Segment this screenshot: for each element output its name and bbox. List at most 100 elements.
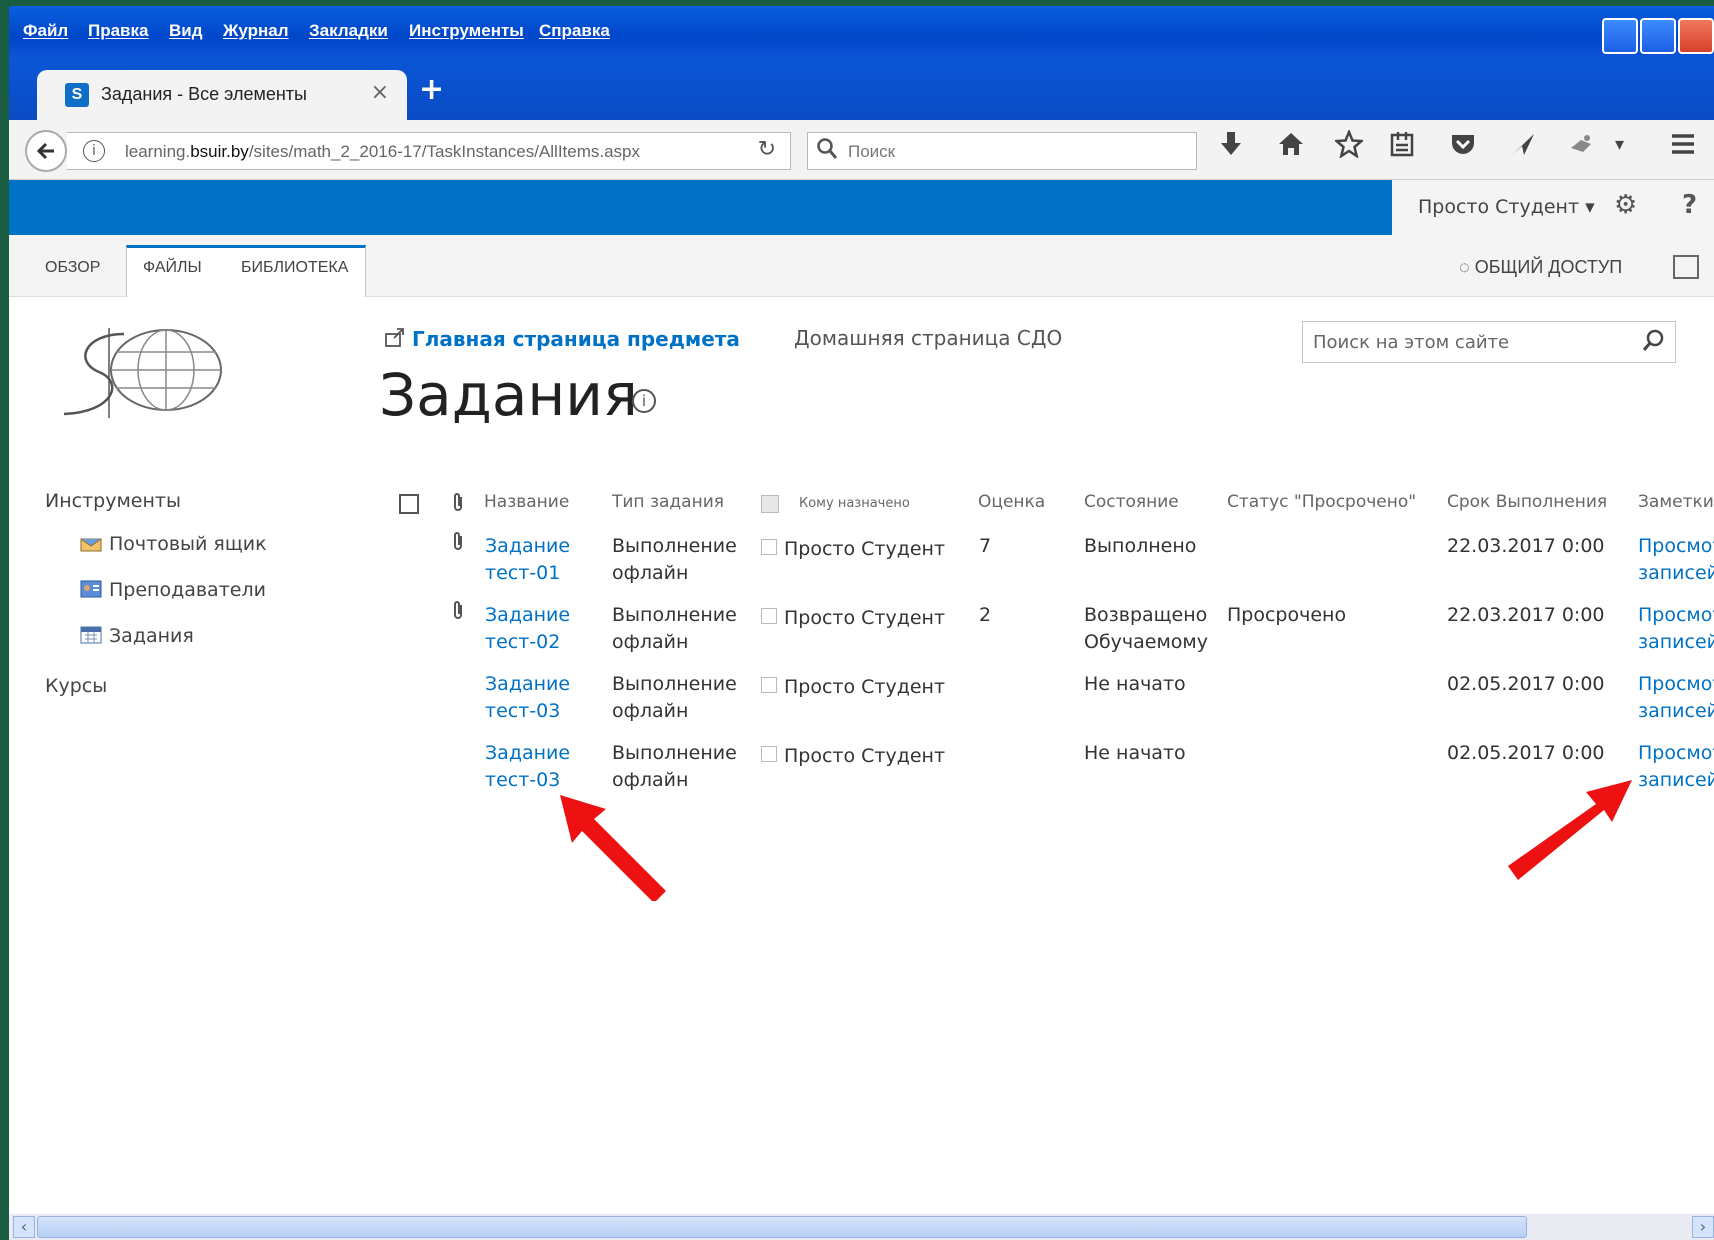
share-out-icon	[385, 328, 404, 347]
due-date: 02.05.2017 0:00	[1447, 673, 1605, 695]
ribbon: ОБЗОР ФАЙЛЫ БИБЛИОТЕКА ◌ ОБЩИЙ ДОСТУП	[9, 235, 1714, 297]
assigned-header-checkbox	[761, 495, 779, 513]
url-bar[interactable]: i learning.bsuir.by/sites/math_2_2016-17…	[67, 132, 791, 170]
assigned-checkbox[interactable]	[761, 677, 777, 693]
pocket-icon[interactable]	[1449, 130, 1477, 165]
back-arrow-icon	[36, 142, 54, 160]
hamburger-menu-icon[interactable]	[1669, 130, 1697, 165]
due-date: 02.05.2017 0:00	[1447, 742, 1605, 764]
column-header-state[interactable]: Состояние	[1084, 492, 1179, 512]
column-header-overdue[interactable]: Статус "Просрочено"	[1227, 492, 1416, 512]
share-button[interactable]: ◌ ОБЩИЙ ДОСТУП	[1459, 257, 1622, 278]
assigned-checkbox[interactable]	[761, 539, 777, 555]
focus-content-icon[interactable]	[1673, 255, 1699, 279]
info-icon[interactable]: i	[632, 389, 656, 413]
leftnav-courses-heading[interactable]: Курсы	[45, 675, 107, 697]
task-name-link-line2[interactable]: тест-03	[485, 698, 560, 724]
search-icon[interactable]	[1641, 328, 1665, 360]
menu-tools[interactable]: Инструменты	[409, 21, 524, 41]
leftnav-item-tasks[interactable]: Задания	[79, 625, 194, 647]
scrollbar-thumb[interactable]	[37, 1216, 1527, 1238]
site-logo[interactable]	[54, 322, 234, 426]
scroll-right-arrow-icon[interactable]: ›	[1692, 1216, 1714, 1238]
browser-search-bar[interactable]: Поиск	[807, 132, 1197, 170]
task-name-link-line2[interactable]: тест-03	[485, 767, 560, 793]
user-menu[interactable]: Просто Студент ▾	[1418, 196, 1595, 218]
browser-tab[interactable]: S Задания - Все элементы ×	[37, 70, 407, 120]
close-window-button[interactable]	[1678, 18, 1714, 54]
maximize-button[interactable]	[1640, 18, 1676, 54]
column-header-due[interactable]: Срок Выполнения	[1447, 492, 1607, 512]
assigned-checkbox[interactable]	[761, 608, 777, 624]
site-search-placeholder: Поиск на этом сайте	[1313, 332, 1510, 353]
state-value: Выполнено	[1084, 535, 1197, 557]
view-notes-link-line2[interactable]: записей	[1638, 629, 1714, 655]
tab-overview[interactable]: ОБЗОР	[45, 259, 100, 277]
menu-bar: Файл Правка Вид Журнал Закладки Инструме…	[9, 6, 1714, 58]
gear-icon[interactable]: ⚙	[1614, 190, 1637, 220]
subject-home-link[interactable]: Главная страница предмета	[384, 326, 740, 351]
menu-bookmarks[interactable]: Закладки	[309, 21, 388, 41]
column-header-notes[interactable]: Заметки	[1638, 492, 1714, 512]
tab-library[interactable]: БИБЛИОТЕКА	[241, 259, 348, 277]
site-info-icon[interactable]: i	[83, 140, 105, 162]
assigned-checkbox[interactable]	[761, 746, 777, 762]
extension-icon[interactable]	[1567, 130, 1595, 165]
assigned-to: Просто Студент	[784, 607, 946, 629]
bookmark-star-icon[interactable]	[1333, 128, 1365, 165]
contacts-icon	[79, 579, 103, 599]
view-notes-link-line2[interactable]: записей	[1638, 560, 1714, 586]
view-notes-link[interactable]: Просмот	[1638, 740, 1714, 766]
due-date: 22.03.2017 0:00	[1447, 604, 1605, 626]
menu-edit[interactable]: Правка	[88, 21, 148, 41]
view-notes-link-line2[interactable]: записей	[1638, 698, 1714, 724]
download-icon[interactable]	[1219, 130, 1243, 165]
send-icon[interactable]	[1509, 130, 1537, 165]
task-name-link-line2[interactable]: тест-02	[485, 629, 560, 655]
reload-icon[interactable]: ↻	[758, 137, 776, 162]
tab-close-icon[interactable]: ×	[371, 80, 389, 105]
menu-help[interactable]: Справка	[539, 21, 610, 41]
leftnav-item-mailbox[interactable]: Почтовый ящик	[79, 533, 267, 555]
view-notes-link[interactable]: Просмот	[1638, 533, 1714, 559]
scroll-left-arrow-icon[interactable]: ‹	[13, 1216, 35, 1238]
column-header-grade[interactable]: Оценка	[978, 492, 1045, 512]
browser-search-placeholder: Поиск	[848, 142, 896, 161]
state-value: Не начато	[1084, 673, 1186, 695]
state-value: Не начато	[1084, 742, 1186, 764]
tab-files[interactable]: ФАЙЛЫ	[143, 259, 202, 277]
horizontal-scrollbar[interactable]: ‹ ›	[9, 1214, 1714, 1240]
view-notes-link[interactable]: Просмот	[1638, 671, 1714, 697]
task-name-link[interactable]: Задание	[485, 602, 570, 628]
site-search-input[interactable]: Поиск на этом сайте	[1302, 321, 1676, 363]
column-header-assigned[interactable]: Кому назначено	[799, 496, 910, 511]
task-name-link[interactable]: Задание	[485, 740, 570, 766]
assigned-to: Просто Студент	[784, 538, 946, 560]
view-notes-link-line2[interactable]: записей	[1638, 767, 1714, 793]
menu-history[interactable]: Журнал	[223, 21, 289, 41]
chevron-down-icon[interactable]: ▾	[1615, 134, 1624, 155]
leftnav-item-teachers[interactable]: Преподаватели	[79, 579, 266, 601]
home-icon[interactable]	[1277, 130, 1305, 165]
help-icon[interactable]: ?	[1682, 190, 1697, 220]
select-all-checkbox[interactable]	[399, 494, 419, 514]
minimize-button[interactable]	[1602, 18, 1638, 54]
calendar-icon	[79, 625, 103, 645]
menu-view[interactable]: Вид	[169, 21, 203, 41]
task-name-link[interactable]: Задание	[485, 671, 570, 697]
column-header-name[interactable]: Название	[484, 492, 569, 512]
new-tab-button[interactable]: +	[419, 72, 444, 107]
sdo-home-link[interactable]: Домашняя страница СДО	[794, 326, 1062, 350]
red-arrow-annotation-right	[1508, 780, 1632, 880]
back-button[interactable]	[25, 130, 67, 172]
view-notes-link[interactable]: Просмот	[1638, 602, 1714, 628]
task-name-link[interactable]: Задание	[485, 533, 570, 559]
browser-window: Файл Правка Вид Журнал Закладки Инструме…	[9, 6, 1714, 1240]
leftnav-tools-heading[interactable]: Инструменты	[45, 490, 181, 512]
column-header-type[interactable]: Тип задания	[612, 492, 724, 512]
task-name-link-line2[interactable]: тест-01	[485, 560, 560, 586]
menu-file[interactable]: Файл	[23, 21, 68, 41]
task-type: Выполнение	[612, 742, 737, 764]
leftnav-label: Задания	[109, 625, 194, 647]
reading-list-icon[interactable]	[1389, 130, 1415, 165]
